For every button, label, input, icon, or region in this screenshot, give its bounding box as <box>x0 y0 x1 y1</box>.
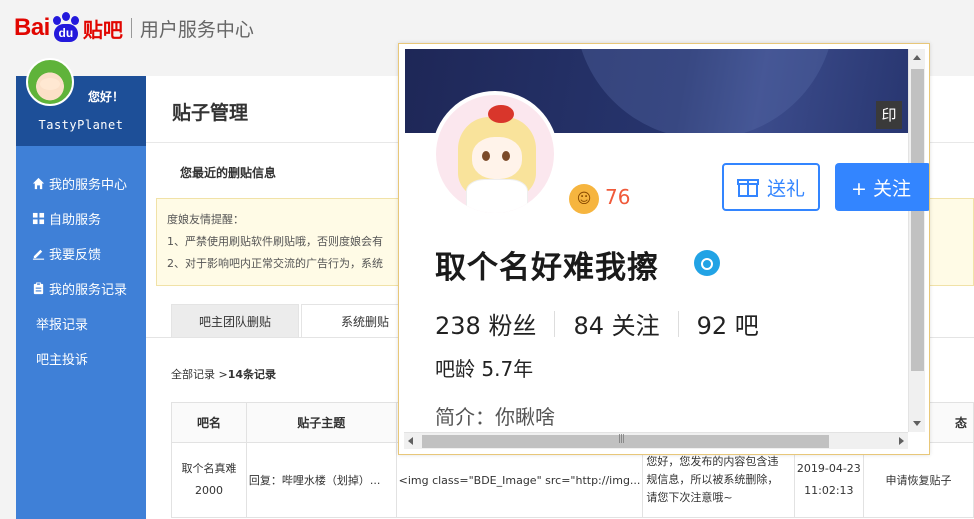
logo-tieba-text: 贴吧 <box>82 17 123 42</box>
avatar[interactable] <box>26 58 74 106</box>
sidebar-item-label: 我的服务中心 <box>49 178 128 193</box>
vertical-scroll-thumb[interactable] <box>911 69 924 371</box>
following-count[interactable]: 84 关注 <box>573 306 659 341</box>
vertical-scrollbar[interactable] <box>908 49 925 432</box>
sidebar-item-label: 我要反馈 <box>49 248 102 263</box>
records-all-link[interactable]: 全部记录 > <box>171 368 228 381</box>
delete-time: 11:02:13 <box>804 484 854 497</box>
home-icon <box>32 177 45 190</box>
profile-intro: 简介：你瞅啥 <box>435 405 555 429</box>
user-box: 您好！ TastyPlanet <box>16 58 146 146</box>
sidebar-item-service-records[interactable]: 我的服务记录 <box>16 271 146 306</box>
page-title: 贴子管理 <box>172 102 249 124</box>
bar-name-line-1: 取个名真难 <box>181 462 237 475</box>
stamp-icon[interactable]: 印 <box>876 101 902 129</box>
greeting: 您好！ <box>88 90 125 104</box>
bar-name-line-2: 2000 <box>194 484 223 497</box>
sidebar-nav: 我的服务中心 自助服务 我要反馈 我的服务记录 举报记录 吧主投诉 <box>16 146 146 376</box>
horizontal-scrollbar[interactable] <box>404 432 908 449</box>
sidebar-item-label: 我的服务记录 <box>49 283 128 298</box>
records-breadcrumb: 全部记录 >14条记录 <box>171 366 276 382</box>
logo-bai-text: Bai <box>14 14 50 41</box>
baidu-tieba-logo[interactable]: Bai du 贴吧 用户服务中心 <box>14 8 254 48</box>
profile-name: 取个名好难我擦 <box>435 250 659 286</box>
clipboard-icon <box>33 282 44 295</box>
profile-avatar[interactable] <box>432 91 558 217</box>
stats-separator <box>677 310 679 337</box>
column-header-bar: 吧名 <box>171 402 247 443</box>
verified-badge-icon <box>694 250 720 276</box>
service-center-title: 用户服务中心 <box>139 18 254 41</box>
sidebar-item-self-service[interactable]: 自助服务 <box>16 201 146 236</box>
reason-line-3: 请您下次注意哦~ <box>646 491 733 504</box>
sidebar-item-label: 举报记录 <box>36 318 89 333</box>
recent-deletions-label: 您最近的删贴信息 <box>180 166 277 180</box>
grid-icon <box>32 212 45 225</box>
reason-line-2: 规信息，所以被系统删除， <box>646 473 779 486</box>
sidebar-item-report-records[interactable]: 举报记录 <box>16 306 146 341</box>
scroll-left-icon[interactable] <box>408 437 413 445</box>
username[interactable]: TastyPlanet <box>16 118 146 132</box>
logo-du-text: du <box>53 24 78 42</box>
send-gift-button[interactable]: 送礼 <box>722 163 820 211</box>
logo-separator <box>130 18 132 38</box>
gift-label: 送礼 <box>766 177 805 200</box>
tab-admin-deletions[interactable]: 吧主团队删贴 <box>171 304 299 338</box>
scroll-down-icon[interactable] <box>913 421 921 426</box>
stats-separator <box>554 310 556 337</box>
pencil-icon <box>32 249 45 260</box>
sidebar-item-admin-complaint[interactable]: 吧主投诉 <box>16 341 146 376</box>
scroll-right-icon[interactable] <box>899 437 904 445</box>
bars-count[interactable]: 92 吧 <box>697 306 759 341</box>
reason-line-1: 您好，您发布的内容包含违 <box>646 455 779 468</box>
level-number: 76 <box>605 185 631 209</box>
column-header-topic: 贴子主题 <box>245 402 397 443</box>
horizontal-scroll-thumb[interactable] <box>422 434 829 448</box>
sidebar: 您好！ TastyPlanet 我的服务中心 自助服务 我要反馈 我的服务记录 … <box>16 58 146 519</box>
bar-age: 吧龄 5.7年 <box>435 357 534 381</box>
sidebar-item-service-center[interactable]: 我的服务中心 <box>16 166 146 201</box>
user-profile-popup: 印 ☺ 76 送礼 + 关注 取个名好难我擦 238 粉丝 84 关注 92 吧… <box>398 43 930 455</box>
fans-count[interactable]: 238 粉丝 <box>435 306 536 341</box>
gift-icon <box>736 179 759 197</box>
level-badge-icon: ☺ <box>569 184 599 214</box>
follow-button[interactable]: + 关注 <box>835 163 929 211</box>
sidebar-item-feedback[interactable]: 我要反馈 <box>16 236 146 271</box>
records-count: 14条记录 <box>227 368 277 381</box>
scroll-up-icon[interactable] <box>913 55 921 60</box>
profile-stats: 238 粉丝 84 关注 92 吧 <box>435 306 759 341</box>
delete-date: 2019-04-23 <box>796 462 861 475</box>
topic-cell[interactable]: 回复：哔哩水楼（划掉）... <box>245 442 397 518</box>
sidebar-item-label: 吧主投诉 <box>36 353 89 368</box>
baidu-paw-icon: du <box>51 12 81 43</box>
bar-name-cell[interactable]: 取个名真难 2000 <box>171 442 247 518</box>
sidebar-item-label: 自助服务 <box>49 213 102 228</box>
